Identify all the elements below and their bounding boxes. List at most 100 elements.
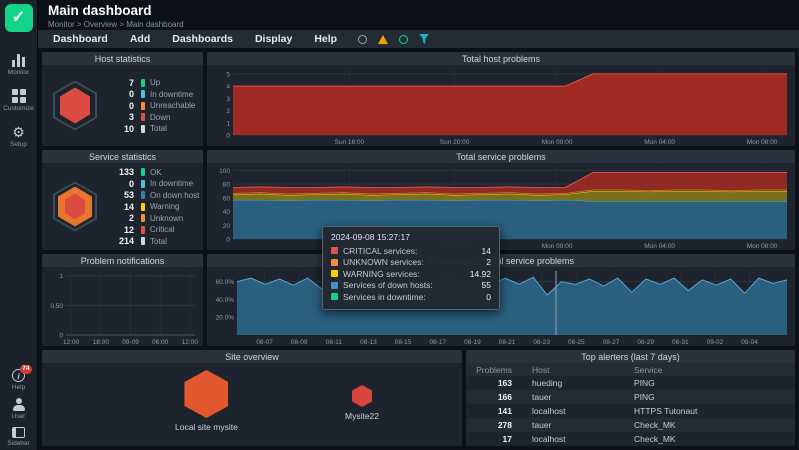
svg-text:08-21: 08-21 <box>499 339 516 346</box>
stat-row[interactable]: 2 Unknown <box>108 213 199 224</box>
panel-title[interactable]: Total host problems <box>207 52 795 65</box>
table-row[interactable]: 278 tauer Check_MK <box>466 418 795 432</box>
panel-title[interactable]: Percentage of total service problems <box>207 254 795 267</box>
stat-row[interactable]: 214 Total <box>108 236 199 247</box>
sidebar-item-monitor[interactable]: Monitor <box>8 54 30 76</box>
cell-host[interactable]: tauer <box>524 392 626 402</box>
cell-service[interactable]: HTTPS Tutonaut <box>626 406 795 416</box>
stat-label: Unknown <box>150 214 183 223</box>
legend-color-swatch <box>331 270 338 277</box>
stat-row[interactable]: 53 On down host <box>108 190 199 201</box>
sidebar-item-user[interactable]: User <box>12 398 26 420</box>
sidebar-item-sidebar-toggle[interactable]: Sidebar <box>7 427 29 447</box>
cell-problems: 163 <box>466 378 524 388</box>
top-alerters-body: Problems Host Service 163 hueding PING <box>466 363 795 446</box>
tooltip-row: Services of down hosts: 55 <box>331 280 491 292</box>
menu-item[interactable]: Add <box>119 33 161 45</box>
host-problems-chart[interactable]: 012345Sun 16:00Sun 20:00Mon 00:00Mon 04:… <box>207 65 795 146</box>
host-stats-list: 7 Up 0 In downtime 0 <box>108 77 195 134</box>
legend-value: 2 <box>486 257 491 267</box>
legend-color-swatch <box>331 247 338 254</box>
stat-row[interactable]: 133 OK <box>108 167 199 178</box>
legend-label: UNKNOWN services: <box>343 257 424 267</box>
svg-text:60: 60 <box>223 195 231 202</box>
sidebar-item-help[interactable]: i 74 Help <box>12 369 25 391</box>
table-row[interactable]: 141 localhost HTTPS Tutonaut <box>466 404 795 418</box>
svg-text:08-27: 08-27 <box>603 339 620 346</box>
filter-icon[interactable] <box>419 34 429 44</box>
menu-item[interactable]: Display <box>244 33 303 45</box>
table-row[interactable]: 17 localhost Check_MK <box>466 432 795 446</box>
cell-problems: 166 <box>466 392 524 402</box>
stat-label: OK <box>150 168 162 177</box>
stat-label: Total <box>150 237 167 246</box>
stat-color-swatch <box>141 168 145 176</box>
panel-title[interactable]: Host statistics <box>42 52 203 65</box>
stat-row[interactable]: 0 In downtime <box>108 178 199 189</box>
panel-title[interactable]: Problem notifications <box>42 254 203 267</box>
svg-text:08-19: 08-19 <box>464 339 481 346</box>
service-problems-chart[interactable]: 020406080100Sun 16:00Sun 20:00Mon 00:00M… <box>207 163 795 250</box>
cell-service[interactable]: PING <box>626 378 795 388</box>
cell-host[interactable]: localhost <box>524 434 626 444</box>
site-hexagon <box>184 370 228 418</box>
svg-text:40.0%: 40.0% <box>216 297 235 304</box>
stat-row[interactable]: 14 Warning <box>108 201 199 212</box>
svg-text:3: 3 <box>226 96 230 103</box>
panel-title[interactable]: Site overview <box>42 350 462 363</box>
stat-value: 2 <box>108 213 134 223</box>
stat-row[interactable]: 0 Unreachable <box>108 100 195 111</box>
panel-title[interactable]: Total service problems <box>207 150 795 163</box>
svg-text:40: 40 <box>223 209 231 216</box>
percentage-chart[interactable]: 20.0%40.0%60.0%08-0708-0908-1108-1308-15… <box>207 267 795 346</box>
menu-item[interactable]: Dashboard <box>42 33 119 45</box>
panel-title[interactable]: Service statistics <box>42 150 203 163</box>
stat-row[interactable]: 10 Total <box>108 123 195 134</box>
chart-tooltip: 2024-09-08 15:27:17 CRITICAL services: 1… <box>322 226 500 310</box>
site-local-mysite[interactable]: Local site mysite <box>175 370 238 432</box>
notifications-chart[interactable]: 00.50112:0018:0009-0906:0012:00 <box>42 267 203 346</box>
svg-text:08-13: 08-13 <box>360 339 377 346</box>
stat-row[interactable]: 12 Critical <box>108 224 199 235</box>
svg-text:Mon 04:00: Mon 04:00 <box>644 243 675 250</box>
site-mysite22[interactable]: Mysite22 <box>345 385 379 421</box>
alerters-rows: 163 hueding PING 166 tauer PING 141 <box>466 376 795 446</box>
breadcrumb[interactable]: Monitor > Overview > Main dashboard <box>48 20 799 29</box>
service-state-hexagon[interactable] <box>53 182 97 232</box>
tooltip-row: Services in downtime: 0 <box>331 291 491 303</box>
panel-title[interactable]: Top alerters (last 7 days) <box>466 350 795 363</box>
sidebar-item-setup[interactable]: ⚙ Setup <box>10 125 27 148</box>
menu-item[interactable]: Help <box>303 33 348 45</box>
stat-row[interactable]: 7 Up <box>108 77 195 88</box>
table-row[interactable]: 166 tauer PING <box>466 390 795 404</box>
cell-service[interactable]: Check_MK <box>626 434 795 444</box>
cell-host[interactable]: localhost <box>524 406 626 416</box>
stat-row[interactable]: 0 In downtime <box>108 89 195 100</box>
page-header: Main dashboard Monitor > Overview > Main… <box>38 0 799 30</box>
checkmk-logo[interactable]: ✓ <box>5 4 33 32</box>
host-statistics-panel: Host statistics 7 Up <box>42 52 203 146</box>
service-problems-percentage-panel: Percentage of total service problems 20.… <box>207 254 795 346</box>
host-state-hexagon[interactable] <box>53 81 97 131</box>
svg-text:08-17: 08-17 <box>429 339 446 346</box>
stat-color-swatch <box>141 226 145 234</box>
stat-row[interactable]: 3 Down <box>108 112 195 123</box>
svg-text:09-04: 09-04 <box>741 339 758 346</box>
sidebar-item-customize[interactable]: Customize <box>3 89 34 112</box>
stat-color-swatch <box>141 214 145 222</box>
sidebar-item-label: Setup <box>10 141 27 148</box>
table-header-row: Problems Host Service <box>466 363 795 376</box>
cell-service[interactable]: PING <box>626 392 795 402</box>
tooltip-legend: CRITICAL services: 14 UNKNOWN services: … <box>331 245 491 303</box>
svg-text:100: 100 <box>219 168 230 175</box>
table-row[interactable]: 163 hueding PING <box>466 376 795 390</box>
clock-icon[interactable] <box>358 35 367 44</box>
cell-service[interactable]: Check_MK <box>626 420 795 430</box>
column-header-service: Service <box>626 365 795 375</box>
warning-triangle-icon[interactable] <box>378 35 388 44</box>
cell-host[interactable]: hueding <box>524 378 626 388</box>
changes-icon[interactable] <box>399 35 408 44</box>
cell-host[interactable]: tauer <box>524 420 626 430</box>
menu-item[interactable]: Dashboards <box>161 33 244 45</box>
dashboard-content: Host statistics 7 Up <box>38 48 799 450</box>
